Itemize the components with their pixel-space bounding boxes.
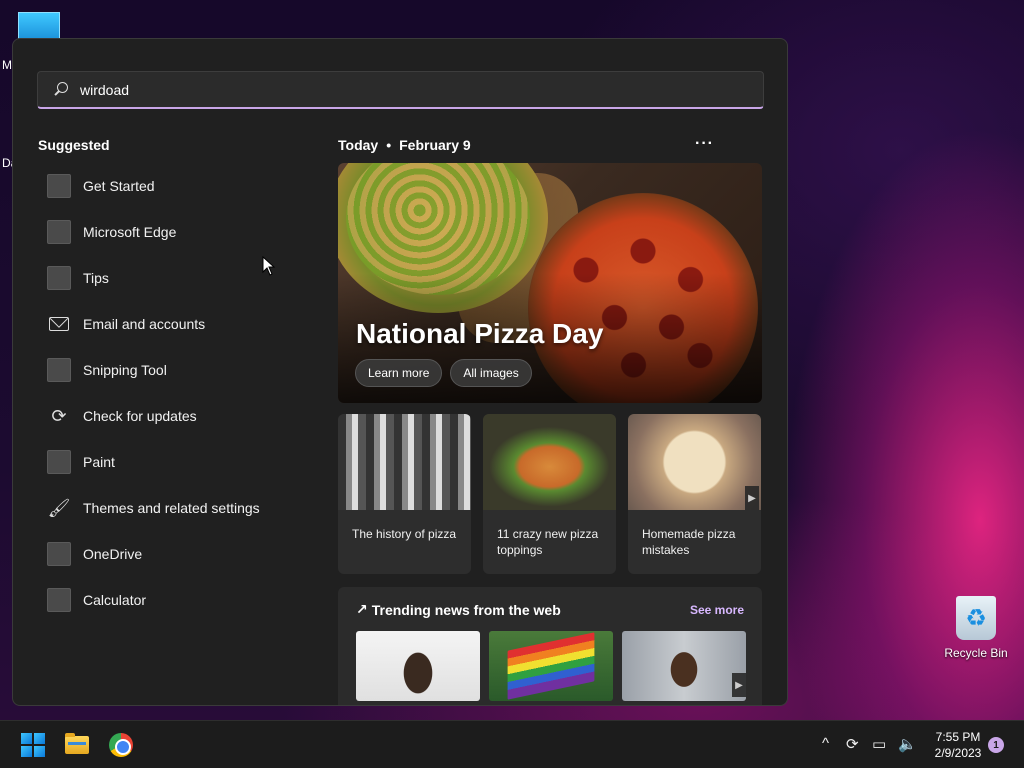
search-panel: Suggested Get Started Microsoft Edge Tip… [12,38,788,706]
mail-icon [47,312,71,336]
story-card[interactable]: 11 crazy new pizza toppings [483,414,616,574]
suggested-item-get-started[interactable]: Get Started [47,163,307,209]
file-explorer-button[interactable] [64,733,90,757]
today-label: Today [338,137,379,153]
app-tile-icon [47,358,71,382]
clock-time: 7:55 PM [935,730,981,744]
app-tile-icon [47,220,71,244]
trending-title: Trending news from the web [371,601,561,618]
chrome-icon [109,733,133,757]
suggested-item-label: Tips [83,270,109,286]
see-more-link[interactable]: See more [690,603,744,617]
story-title: 11 crazy new pizza toppings [497,527,599,557]
suggested-list: Get Started Microsoft Edge Tips Email an… [47,163,307,623]
suggested-item-label: Email and accounts [83,316,206,332]
story-card[interactable]: The history of pizza [338,414,471,574]
app-tile-icon [47,588,71,612]
windows-logo-icon [21,733,45,757]
taskbar: ^ ⟳ ▭ 🔈 7:55 PM 2/9/2023 1 [0,720,1024,768]
recycle-bin[interactable]: Recycle Bin [940,596,1012,660]
clock[interactable]: 7:55 PM 2/9/2023 [926,729,990,761]
suggested-item-label: Microsoft Edge [83,224,177,240]
search-icon [52,81,70,99]
story-card[interactable]: Homemade pizza mistakes ▶ [628,414,761,574]
trending-thumbnail[interactable] [356,631,480,701]
search-input[interactable] [80,81,680,98]
suggested-item-label: OneDrive [83,546,143,562]
suggested-item-email-and-accounts[interactable]: Email and accounts [47,301,307,347]
app-tile-icon [47,174,71,198]
desktop-label-fragment: M [2,58,12,72]
hero-title: National Pizza Day [356,318,604,349]
story-cards: The history of pizza 11 crazy new pizza … [338,414,761,574]
story-title: Homemade pizza mistakes [642,527,736,557]
notification-badge[interactable]: 1 [988,737,1004,753]
today-section: Today • February 9 ··· National Pizza Da… [338,135,764,705]
chrome-button[interactable] [108,733,134,757]
suggested-item-label: Check for updates [83,408,197,424]
refresh-icon: ⟳ [51,405,67,426]
suggested-item-snipping-tool[interactable]: Snipping Tool [47,347,307,393]
hero-card[interactable]: National Pizza Day Learn more All images [338,163,762,403]
update-alert-icon[interactable]: ⟳ [846,735,859,753]
suggested-item-onedrive[interactable]: OneDrive [47,531,307,577]
search-box[interactable] [37,71,764,109]
app-tile-icon [47,266,71,290]
trending-news: ↗ Trending news from the web See more ▶ [338,587,762,705]
suggested-item-calculator[interactable]: Calculator [47,577,307,623]
story-image [483,414,616,510]
recycle-bin-label: Recycle Bin [944,646,1008,660]
volume-icon[interactable]: 🔈 [898,735,917,753]
chevron-up-icon[interactable]: ^ [822,735,829,752]
more-options-button[interactable]: ··· [695,135,714,153]
trending-up-icon: ↗ [356,601,368,617]
suggested-item-themes[interactable]: 🖌 Themes and related settings [47,485,307,531]
all-images-button[interactable]: All images [450,359,532,387]
suggested-item-label: Get Started [83,178,155,194]
chevron-right-icon[interactable]: ▶ [732,673,746,697]
today-date: February 9 [399,137,471,153]
trending-thumbnail[interactable] [489,631,613,701]
suggested-item-label: Themes and related settings [83,500,260,516]
suggested-item-microsoft-edge[interactable]: Microsoft Edge [47,209,307,255]
suggested-item-label: Paint [83,454,115,470]
today-separator: • [386,137,392,153]
story-image [628,414,761,510]
app-tile-icon [47,450,71,474]
brush-icon: 🖌 [47,497,71,518]
suggested-item-check-for-updates[interactable]: ⟳ Check for updates [47,393,307,439]
learn-more-button[interactable]: Learn more [355,359,443,387]
network-icon[interactable]: ▭ [872,735,886,753]
folder-icon [65,733,89,754]
chevron-right-icon[interactable]: ▶ [745,486,759,510]
suggested-item-label: Snipping Tool [83,362,167,378]
recycle-bin-icon [956,596,996,640]
trending-heading: ↗ Trending news from the web [356,601,561,618]
app-tile-icon [47,542,71,566]
suggested-heading: Suggested [38,137,110,153]
clock-date: 2/9/2023 [934,746,982,760]
story-title: The history of pizza [352,527,457,541]
suggested-item-label: Calculator [83,592,147,608]
trending-thumbnail[interactable]: ▶ [622,631,746,701]
suggested-item-paint[interactable]: Paint [47,439,307,485]
start-button[interactable] [20,733,46,757]
story-image [338,414,471,510]
